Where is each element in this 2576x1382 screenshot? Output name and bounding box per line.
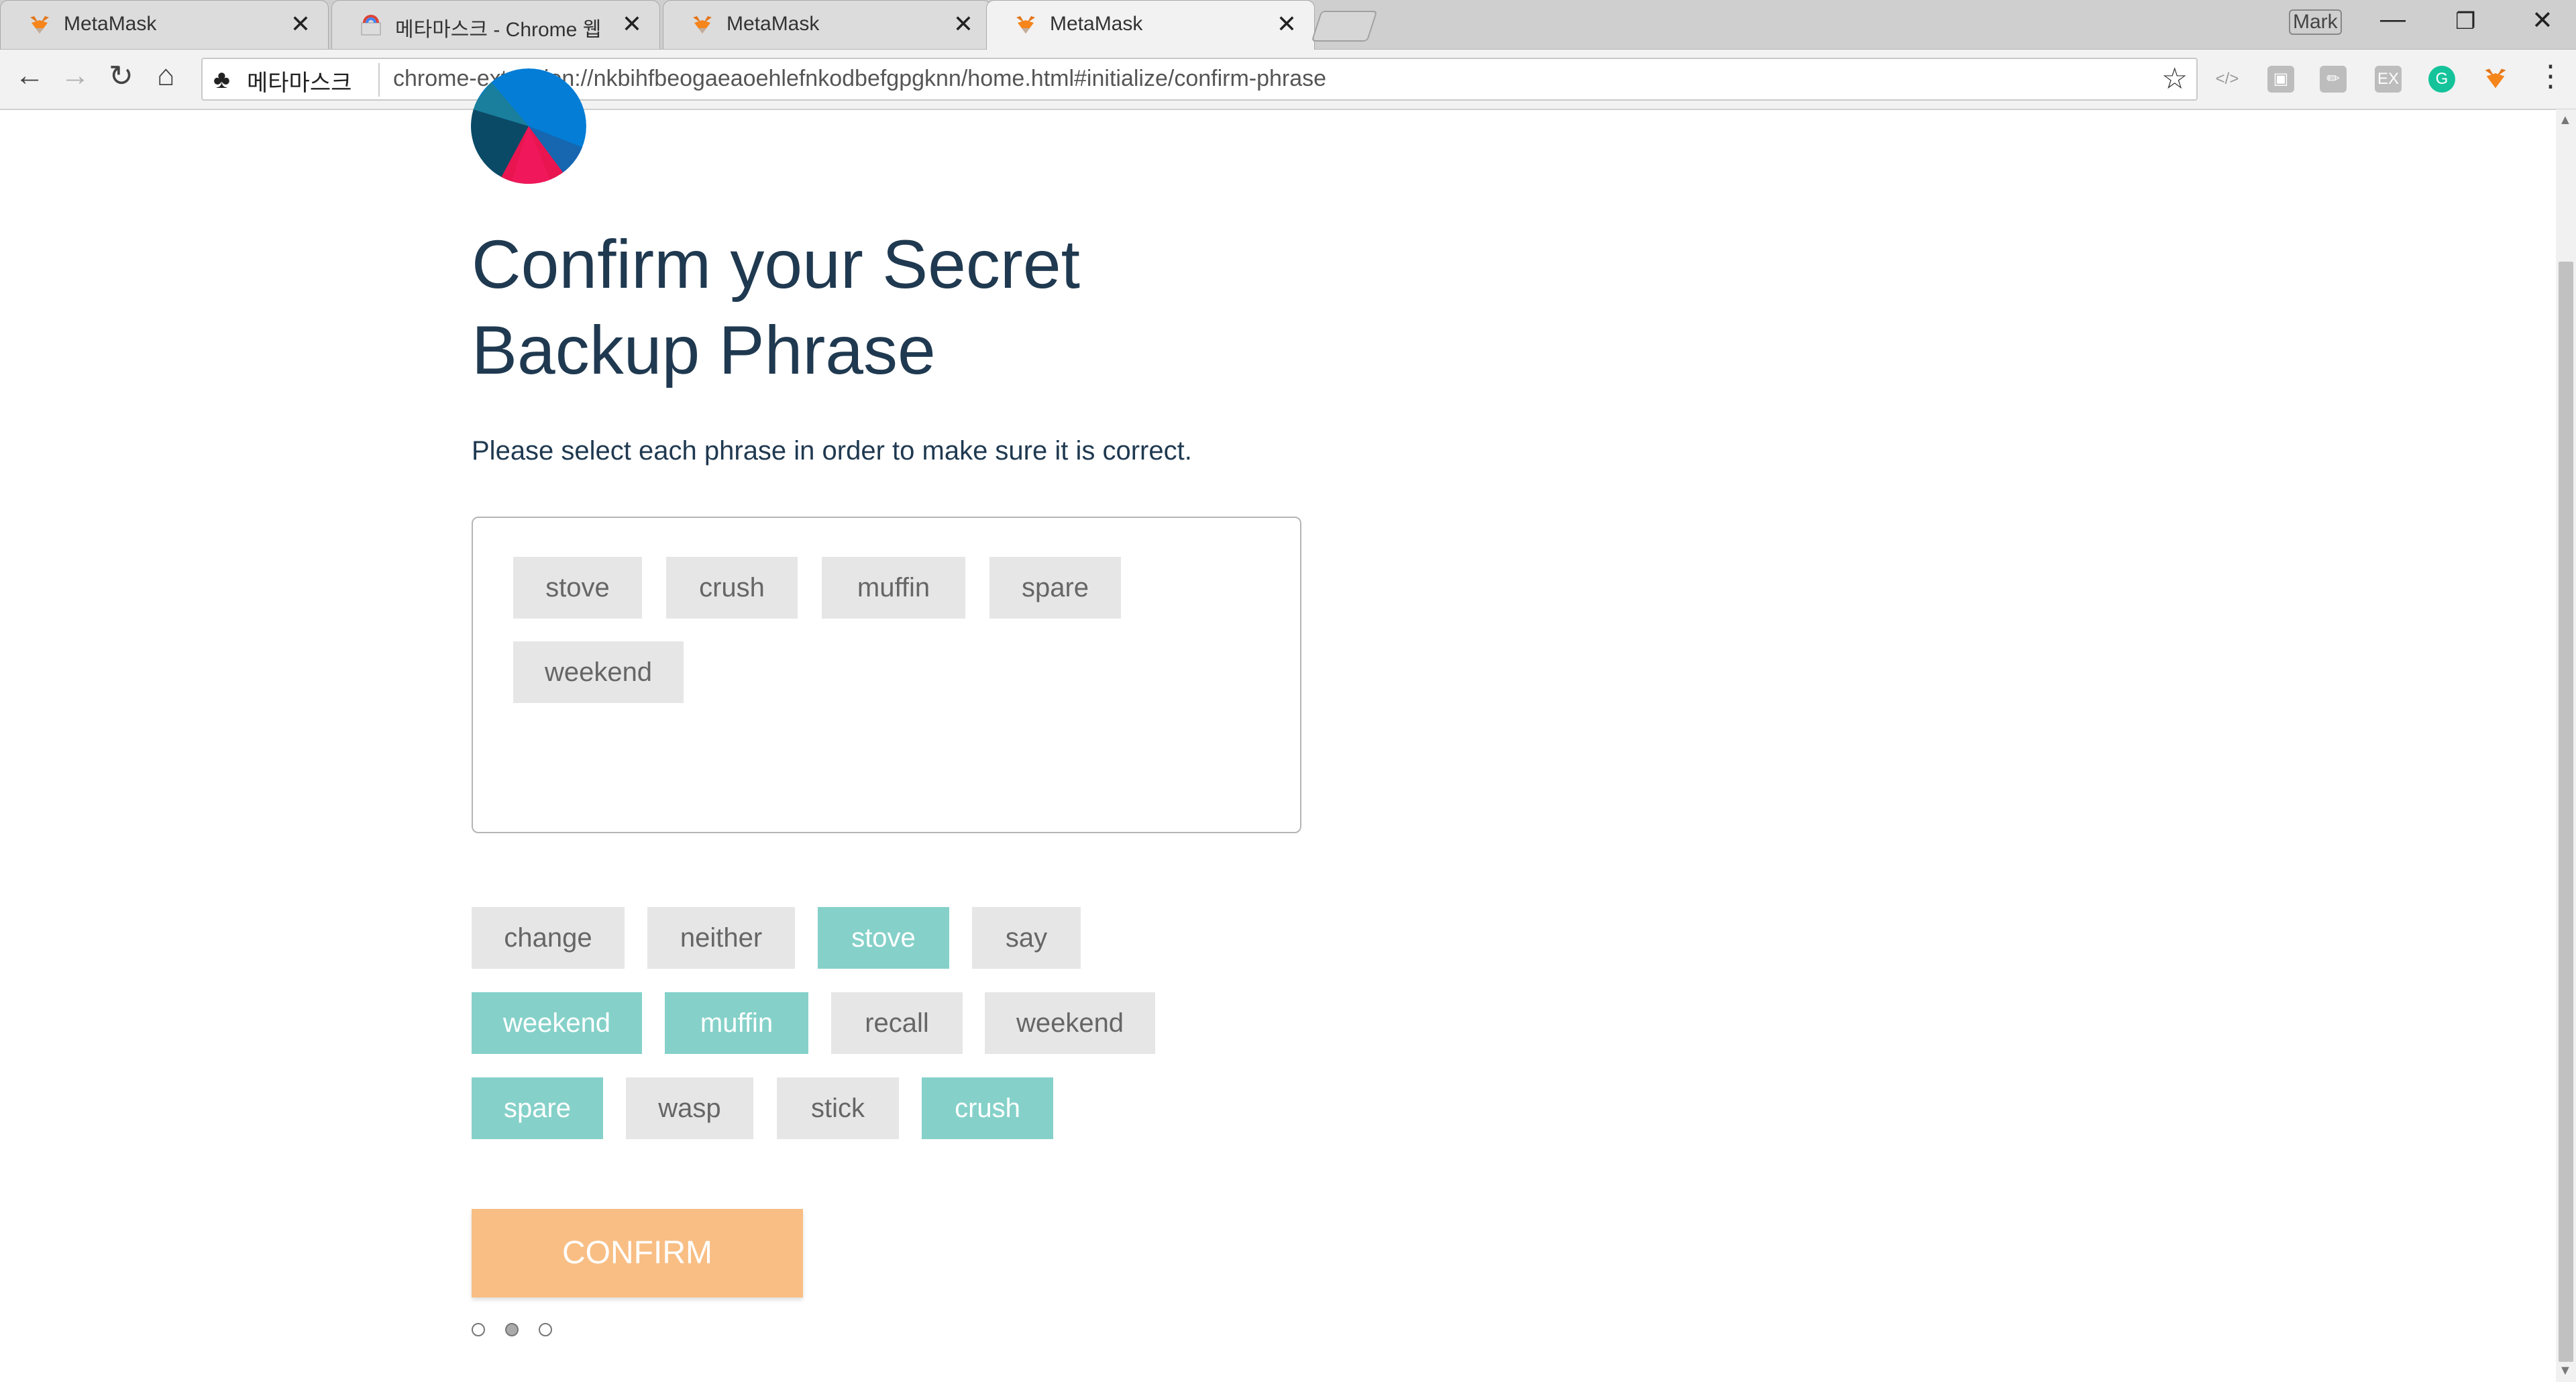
cast-extension-icon[interactable]: ▣ — [2267, 66, 2294, 93]
site-name: 메타마스크 — [247, 70, 352, 96]
browser-menu-icon[interactable]: ⋮ — [2536, 59, 2565, 93]
close-tab-icon[interactable]: ✕ — [290, 10, 311, 38]
selected-word-chip[interactable]: spare — [989, 557, 1121, 619]
close-tab-icon[interactable]: ✕ — [1277, 10, 1297, 38]
word-bank-chip[interactable]: stick — [777, 1077, 899, 1139]
reload-icon[interactable]: ↻ — [109, 59, 133, 93]
bookmark-star-icon[interactable]: ☆ — [2161, 62, 2188, 96]
browser-tab-1[interactable]: MetaMask ✕ — [0, 0, 329, 49]
restore-window-icon[interactable]: ❐ — [2455, 8, 2475, 35]
tab-title: MetaMask — [1050, 13, 1143, 35]
step-indicator-dot-current — [505, 1323, 519, 1336]
scroll-down-arrow-icon[interactable]: ▼ — [2559, 1363, 2572, 1379]
selected-word-chip[interactable]: crush — [666, 557, 798, 619]
ex-extension-icon[interactable]: EX — [2375, 66, 2402, 93]
address-separator — [378, 63, 380, 97]
profile-button[interactable]: Mark — [2289, 9, 2342, 35]
close-tab-icon[interactable]: ✕ — [953, 10, 973, 38]
home-icon[interactable]: ⌂ — [157, 59, 175, 93]
word-bank-chip[interactable]: weekend — [985, 992, 1155, 1054]
tab-title: 메타마스크 - Chrome 웹 — [395, 19, 602, 41]
step-indicator-dot — [539, 1323, 552, 1336]
confirm-button[interactable]: CONFIRM — [472, 1209, 803, 1297]
selected-word-chip[interactable]: stove — [513, 557, 642, 619]
grammarly-icon[interactable]: G — [2428, 66, 2455, 93]
tab-strip: MetaMask ✕ 메타마스크 - Chrome 웹 ✕ MetaMask ✕… — [0, 0, 2576, 50]
minimize-icon[interactable]: — — [2380, 5, 2406, 34]
metamask-extension-icon[interactable] — [2482, 66, 2509, 93]
pdf-extension-icon[interactable]: ✏ — [2320, 66, 2347, 93]
browser-tab-4-active[interactable]: MetaMask ✕ — [986, 0, 1315, 50]
close-window-icon[interactable]: ✕ — [2532, 5, 2553, 36]
scroll-up-arrow-icon[interactable]: ▲ — [2559, 113, 2572, 128]
scrollbar-thumb[interactable] — [2559, 262, 2573, 1362]
browser-tab-2[interactable]: 메타마스크 - Chrome 웹 ✕ — [331, 0, 660, 49]
chrome-webstore-icon — [361, 15, 381, 36]
word-bank-chip-selected[interactable]: weekend — [472, 992, 642, 1054]
metamask-logo — [471, 68, 586, 184]
page-title: Confirm your Secret Backup Phrase — [472, 226, 1080, 388]
word-bank-chip[interactable]: recall — [831, 992, 963, 1054]
word-bank-chip-selected[interactable]: spare — [472, 1077, 603, 1139]
close-tab-icon[interactable]: ✕ — [622, 10, 642, 38]
word-bank-chip[interactable]: neither — [647, 907, 795, 969]
tab-title: MetaMask — [727, 13, 820, 35]
selected-word-chip[interactable]: muffin — [822, 557, 965, 619]
word-bank-chip-selected[interactable]: stove — [818, 907, 949, 969]
word-bank-chip[interactable]: wasp — [626, 1077, 753, 1139]
word-bank-chip-selected[interactable]: crush — [922, 1077, 1053, 1139]
selected-word-chip[interactable]: weekend — [513, 641, 684, 703]
tab-title: MetaMask — [64, 13, 157, 35]
code-extension-icon[interactable]: </> — [2214, 66, 2241, 93]
instruction-text: Please select each phrase in order to ma… — [472, 436, 1192, 466]
browser-toolbar: ← → ↻ ⌂ ♣ 메타마스크 chrome-extension://nkbih… — [0, 50, 2576, 110]
word-bank-chip[interactable]: change — [472, 907, 625, 969]
metamask-fox-icon — [1016, 16, 1035, 34]
back-arrow-icon[interactable]: ← — [15, 59, 44, 93]
new-tab-button[interactable] — [1311, 11, 1378, 42]
word-bank-chip[interactable]: say — [972, 907, 1081, 969]
browser-tab-3[interactable]: MetaMask ✕ — [663, 0, 991, 49]
step-indicator-dot — [472, 1323, 485, 1336]
metamask-fox-icon — [693, 16, 712, 34]
forward-arrow-icon[interactable]: → — [60, 59, 90, 93]
extension-puzzle-icon: ♣ — [213, 66, 230, 94]
selected-phrase-box: stove crush muffin spare weekend — [472, 517, 1301, 833]
word-bank-chip-selected[interactable]: muffin — [665, 992, 808, 1054]
metamask-fox-icon — [30, 16, 49, 34]
